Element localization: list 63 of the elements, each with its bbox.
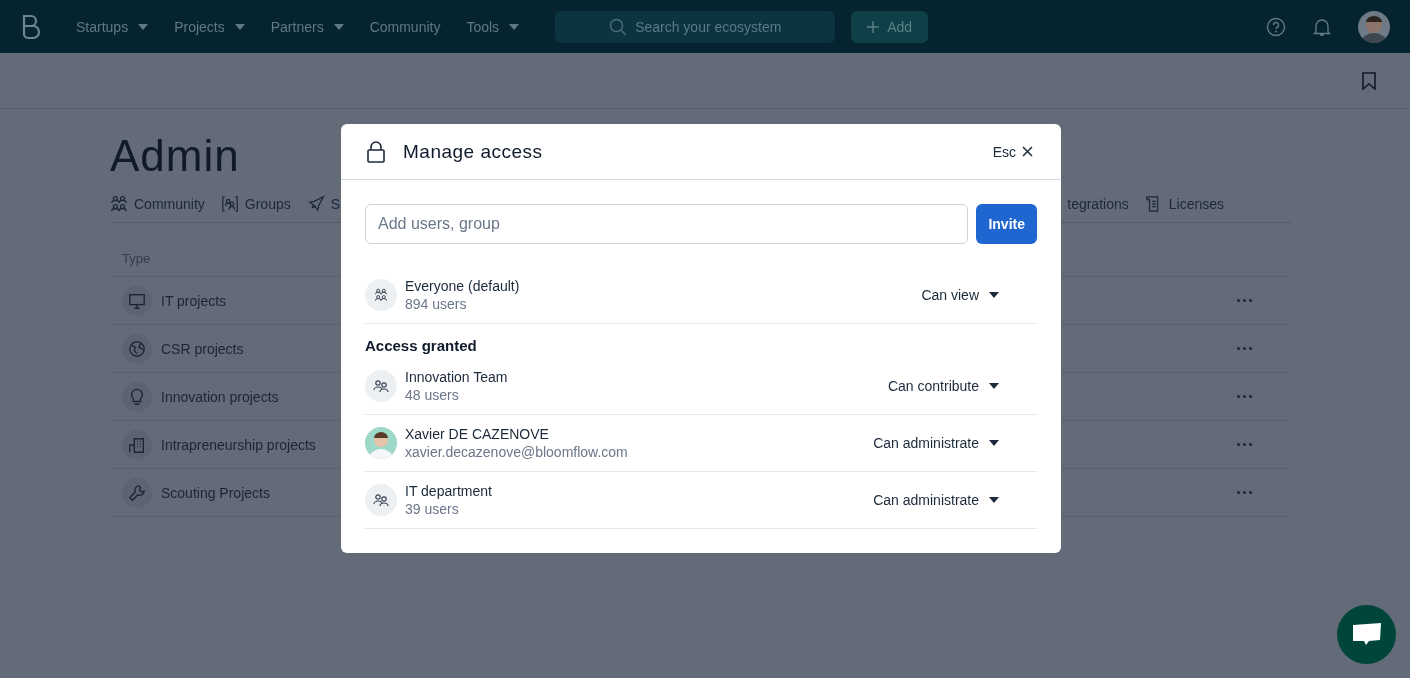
section-title: Access granted	[365, 337, 478, 354]
role-dropdown[interactable]: Can contribute	[887, 378, 999, 394]
search-icon	[609, 17, 628, 36]
search-field[interactable]: Search your ecosystem	[555, 10, 836, 43]
entry-detail: 894 users	[405, 295, 468, 312]
entry-name: Xavier DE CAZENOVE	[405, 426, 550, 442]
nav-menu-item[interactable]: Projects	[174, 18, 245, 35]
type-name: Scouting Projects	[161, 484, 270, 501]
nav-menu-item[interactable]: Partners	[270, 18, 344, 35]
caret-icon	[989, 291, 999, 298]
caret-icon	[989, 383, 999, 389]
entry-detail: 39 users	[405, 501, 460, 517]
people-icon	[374, 287, 388, 302]
close-icon	[1022, 146, 1033, 157]
admin-tab[interactable]: Licenses	[1144, 195, 1224, 213]
entry-name: Innovation Team	[405, 369, 508, 385]
admin-tab[interactable]: Community	[110, 195, 205, 213]
entry-detail: 48 users	[405, 387, 460, 403]
caret-icon	[989, 440, 999, 446]
people-icon	[110, 195, 128, 213]
add-button[interactable]: Add	[851, 10, 929, 43]
wrench-icon	[128, 483, 146, 502]
group-icon	[220, 195, 239, 213]
logo-icon	[20, 13, 42, 40]
type-name: Innovation projects	[161, 388, 279, 405]
type-name: CSR projects	[161, 340, 244, 357]
nav-menu-item[interactable]: Startups	[76, 18, 149, 35]
more-icon[interactable]	[1237, 395, 1252, 398]
entry-detail: xavier.decazenove@bloomflow.com	[405, 444, 628, 460]
monitor-icon	[128, 291, 146, 310]
building-icon	[128, 435, 146, 454]
page-title: Admin	[110, 131, 240, 181]
more-icon[interactable]	[1237, 347, 1252, 350]
close-button[interactable]: Esc	[992, 143, 1033, 160]
bell-icon[interactable]	[1312, 16, 1332, 37]
dialog-title: Manage access	[403, 140, 543, 163]
rocket-icon	[306, 195, 325, 213]
entry-name: IT department	[405, 483, 492, 499]
bookmark-icon[interactable]	[1362, 71, 1376, 90]
type-name: IT projects	[161, 292, 227, 309]
entry-name: Everyone (default)	[405, 277, 520, 294]
admin-tab[interactable]: tegrations	[1067, 195, 1129, 213]
nav-menu-item[interactable]: Tools	[466, 18, 520, 35]
invite-button[interactable]: Invite	[976, 204, 1037, 244]
admin-tab[interactable]: Groups	[220, 195, 291, 213]
more-icon[interactable]	[1237, 443, 1252, 446]
caret-icon	[989, 497, 999, 503]
role-dropdown[interactable]: Can administrate	[873, 492, 999, 508]
globe-icon	[128, 339, 146, 358]
more-icon[interactable]	[1237, 299, 1252, 302]
bulb-icon	[128, 387, 146, 406]
help-icon[interactable]	[1266, 16, 1286, 37]
role-dropdown[interactable]: Can view	[921, 286, 999, 303]
admin-tab[interactable]: S	[306, 195, 341, 213]
more-icon[interactable]	[1237, 491, 1252, 494]
group-icon	[373, 379, 389, 393]
group-icon	[373, 493, 389, 507]
nav-menu-item[interactable]: Community	[369, 18, 441, 35]
lock-icon	[367, 140, 385, 163]
add-users-field[interactable]: Add users, group	[365, 204, 969, 244]
type-name: Intrapreneurship projects	[161, 436, 316, 453]
role-dropdown[interactable]: Can administrate	[873, 435, 999, 451]
plus-icon	[867, 20, 880, 33]
